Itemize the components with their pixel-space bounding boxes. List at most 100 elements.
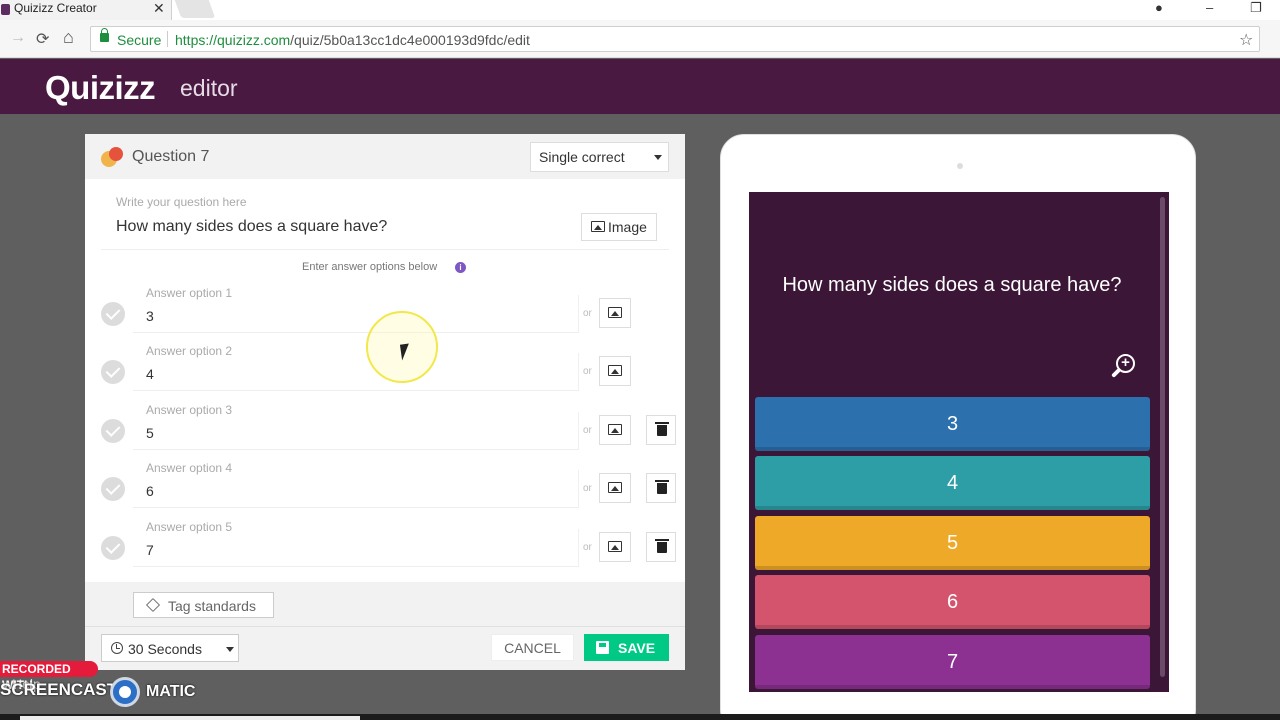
correct-toggle-icon[interactable] bbox=[101, 419, 125, 443]
chevron-down-icon bbox=[226, 647, 234, 652]
answer-value[interactable]: 6 bbox=[146, 483, 154, 499]
url-text[interactable]: https://quizizz.com/quiz/5b0a13cc1dc4e00… bbox=[175, 32, 530, 48]
answer-value[interactable]: 3 bbox=[146, 308, 154, 324]
tag-standards-label: Tag standards bbox=[168, 598, 256, 614]
correct-toggle-icon[interactable] bbox=[101, 360, 125, 384]
cancel-button[interactable]: CANCEL bbox=[491, 634, 574, 661]
time-limit-select[interactable]: 30 Seconds bbox=[101, 634, 239, 662]
image-icon bbox=[591, 221, 605, 232]
answer-label: Answer option 5 bbox=[146, 520, 233, 534]
answer-hint: Enter answer options below bbox=[302, 261, 438, 273]
preview-answer-2[interactable]: 4 bbox=[755, 456, 1150, 510]
restore-icon[interactable]: ❐ bbox=[1250, 0, 1262, 16]
answer-value[interactable]: 4 bbox=[146, 366, 154, 382]
lock-icon bbox=[100, 28, 109, 42]
or-label: or bbox=[583, 483, 592, 494]
taskbar bbox=[0, 714, 1280, 720]
answer-image-button[interactable] bbox=[599, 298, 631, 328]
answer-option-5: 7 Answer option 5 or bbox=[85, 520, 685, 584]
question-type-value: Single correct bbox=[539, 149, 625, 165]
watermark-recorded: RECORDED WITH bbox=[0, 661, 98, 692]
delete-answer-button[interactable] bbox=[646, 473, 676, 503]
zoom-in-icon[interactable]: + bbox=[1111, 354, 1135, 378]
app-header: Quizizz editor bbox=[0, 59, 1280, 114]
answer-label: Answer option 2 bbox=[146, 344, 233, 358]
image-button-label: Image bbox=[608, 219, 647, 235]
answer-value[interactable]: 7 bbox=[146, 542, 154, 558]
quizizz-favicon-icon bbox=[1, 4, 10, 15]
or-label: or bbox=[583, 542, 592, 553]
correct-toggle-icon[interactable] bbox=[101, 536, 125, 560]
save-button[interactable]: SAVE bbox=[584, 634, 669, 661]
question-number: Question 7 bbox=[132, 148, 210, 165]
answer-input-5[interactable]: 7 bbox=[133, 529, 579, 567]
answer-value[interactable]: 5 bbox=[146, 425, 154, 441]
address-separator bbox=[167, 31, 168, 47]
question-input[interactable]: Write your question here How many sides … bbox=[101, 192, 669, 250]
save-label: SAVE bbox=[618, 640, 656, 656]
trash-icon bbox=[655, 480, 669, 494]
preview-answer-5[interactable]: 7 bbox=[755, 635, 1150, 689]
forward-icon[interactable]: → bbox=[10, 29, 26, 47]
trash-icon bbox=[655, 539, 669, 553]
trash-icon bbox=[655, 422, 669, 436]
reload-icon[interactable]: ⟳ bbox=[36, 29, 49, 49]
answer-option-3: 5 Answer option 3 or bbox=[85, 403, 685, 467]
or-label: or bbox=[583, 308, 592, 319]
footer-divider bbox=[85, 626, 685, 627]
home-icon[interactable]: ⌂ bbox=[63, 27, 74, 48]
answer-label: Answer option 3 bbox=[146, 403, 233, 417]
tag-standards-button[interactable]: Tag standards bbox=[133, 592, 274, 618]
preview-answer-4[interactable]: 6 bbox=[755, 575, 1150, 629]
bookmark-star-icon[interactable]: ☆ bbox=[1239, 30, 1253, 50]
tab-close-icon[interactable]: ✕ bbox=[153, 0, 165, 17]
answer-input-2[interactable]: 4 bbox=[133, 353, 579, 391]
answer-image-button[interactable] bbox=[599, 415, 631, 445]
watermark-matic: MATIC bbox=[146, 683, 196, 700]
chevron-down-icon bbox=[654, 155, 662, 160]
minimize-icon[interactable]: – bbox=[1206, 0, 1213, 15]
url-path: /quiz/5b0a13cc1dc4e000193d9fdc/edit bbox=[290, 32, 530, 48]
image-icon bbox=[608, 482, 622, 493]
question-header: Question 7 Single correct bbox=[85, 134, 685, 179]
question-editor: Question 7 Single correct Write your que… bbox=[85, 134, 685, 670]
watermark-screencast: SCREENCAST bbox=[0, 680, 118, 699]
correct-toggle-icon[interactable] bbox=[101, 302, 125, 326]
question-type-select[interactable]: Single correct bbox=[530, 142, 669, 172]
save-icon bbox=[596, 641, 609, 654]
answer-input-1[interactable]: 3 bbox=[133, 295, 579, 333]
account-icon[interactable]: ● bbox=[1155, 0, 1163, 15]
preview-answer-1[interactable]: 3 bbox=[755, 397, 1150, 451]
or-label: or bbox=[583, 425, 592, 436]
browser-toolbar: → ⟳ ⌂ Secure https://quizizz.com/quiz/5b… bbox=[0, 20, 1280, 58]
answer-input-3[interactable]: 5 bbox=[133, 412, 579, 450]
editor-label: editor bbox=[180, 75, 238, 101]
delete-answer-button[interactable] bbox=[646, 532, 676, 562]
info-icon[interactable]: i bbox=[455, 262, 466, 273]
answer-image-button[interactable] bbox=[599, 356, 631, 386]
browser-tab[interactable]: Quizizz Creator ✕ bbox=[0, 0, 172, 20]
preview-scrollbar[interactable] bbox=[1160, 197, 1165, 677]
preview-question: How many sides does a square have? bbox=[782, 274, 1122, 296]
question-type-icon bbox=[101, 147, 123, 167]
address-bar[interactable]: Secure https://quizizz.com/quiz/5b0a13cc… bbox=[90, 26, 1260, 52]
new-tab-button[interactable] bbox=[174, 0, 216, 18]
answer-image-button[interactable] bbox=[599, 532, 631, 562]
correct-toggle-icon[interactable] bbox=[101, 477, 125, 501]
image-icon bbox=[608, 541, 622, 552]
screencast-logo-icon bbox=[110, 677, 140, 707]
quizizz-logo[interactable]: Quizizz bbox=[45, 69, 156, 107]
delete-answer-button[interactable] bbox=[646, 415, 676, 445]
answer-label: Answer option 1 bbox=[146, 286, 233, 300]
add-question-image-button[interactable]: Image bbox=[581, 213, 657, 241]
preview-answer-3[interactable]: 5 bbox=[755, 516, 1150, 570]
answer-input-4[interactable]: 6 bbox=[133, 470, 579, 508]
question-placeholder: Write your question here bbox=[116, 195, 247, 209]
tag-icon bbox=[145, 597, 161, 613]
question-text[interactable]: How many sides does a square have? bbox=[116, 218, 387, 236]
tablet-camera bbox=[957, 163, 963, 169]
tab-title: Quizizz Creator bbox=[14, 1, 97, 15]
answer-image-button[interactable] bbox=[599, 473, 631, 503]
time-limit-value: 30 Seconds bbox=[128, 641, 202, 657]
image-icon bbox=[608, 424, 622, 435]
